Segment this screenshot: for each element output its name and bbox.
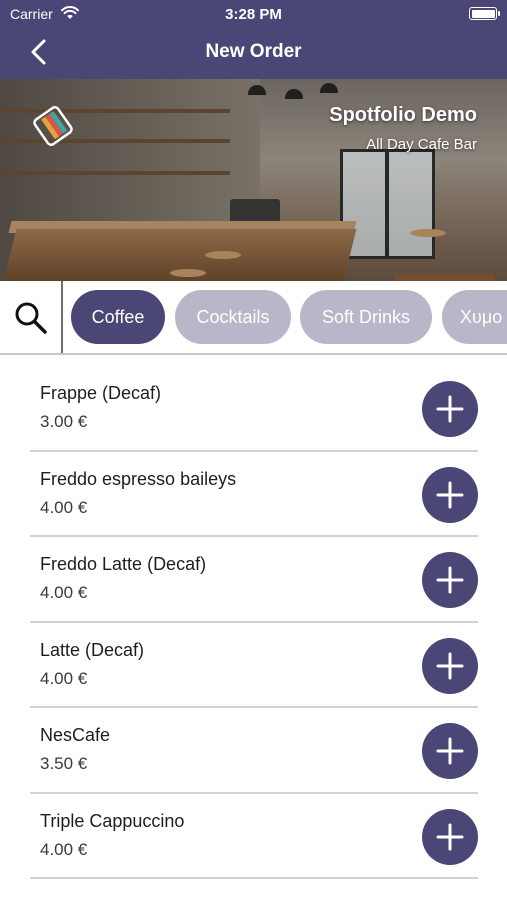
spotfolio-logo-icon: [30, 103, 76, 149]
list-item: NesCafe 3.50 €: [30, 708, 478, 794]
add-to-order-button[interactable]: [422, 808, 478, 865]
venue-subtitle: All Day Cafe Bar: [366, 136, 477, 153]
product-list: Frappe (Decaf) 3.00 € Freddo espresso ba…: [30, 366, 478, 879]
add-to-order-button[interactable]: [422, 381, 478, 437]
plus-icon: [436, 737, 464, 765]
add-to-order-button[interactable]: [422, 552, 478, 608]
category-chip-juices[interactable]: Χυμο: [442, 290, 507, 344]
status-bar: Carrier 3:28 PM: [0, 0, 507, 28]
product-name: Frappe (Decaf): [40, 383, 162, 403]
plus-icon: [436, 481, 464, 508]
product-price: 3.00 €: [40, 412, 88, 431]
product-name: Latte (Decaf): [40, 639, 145, 660]
product-name: Triple Cappuccino: [40, 810, 185, 831]
list-item: Frappe (Decaf) 3.00 €: [30, 366, 478, 452]
category-bar: Coffee Cocktails Soft Drinks Χυμο: [0, 281, 507, 355]
add-to-order-button[interactable]: [422, 637, 478, 694]
list-item: Latte (Decaf) 4.00 €: [30, 623, 478, 708]
add-to-order-button[interactable]: [422, 466, 478, 523]
product-price: 4.00 €: [40, 668, 88, 688]
list-item: Freddo Latte (Decaf) 4.00 €: [30, 537, 478, 623]
product-price: 3.50 €: [40, 754, 88, 773]
page-title: New Order: [205, 41, 302, 62]
search-button[interactable]: [0, 281, 63, 353]
search-icon: [15, 302, 47, 334]
list-item: Triple Cappuccino 4.00 €: [30, 794, 478, 879]
venue-banner: Spotfolio Demo All Day Cafe Bar: [0, 79, 507, 281]
product-name: Freddo Latte (Decaf): [40, 554, 207, 574]
app-header: Carrier 3:28 PM New Order: [0, 0, 507, 79]
category-chip-coffee[interactable]: Coffee: [71, 290, 165, 344]
product-price: 4.00 €: [40, 583, 88, 602]
product-price: 4.00 €: [40, 497, 88, 517]
product-name: NesCafe: [40, 725, 111, 745]
plus-icon: [436, 823, 464, 850]
battery-icon: [469, 7, 500, 20]
product-name: Freddo espresso baileys: [40, 468, 237, 489]
add-to-order-button[interactable]: [422, 723, 478, 779]
clock: 3:28 PM: [225, 6, 282, 23]
list-item: Freddo espresso baileys 4.00 €: [30, 452, 478, 537]
plus-icon: [436, 395, 464, 423]
category-chips: Coffee Cocktails Soft Drinks Χυμο: [71, 290, 507, 344]
product-price: 4.00 €: [40, 839, 88, 859]
venue-name: Spotfolio Demo: [329, 104, 477, 126]
category-chip-soft-drinks[interactable]: Soft Drinks: [300, 290, 432, 344]
category-chip-cocktails[interactable]: Cocktails: [175, 290, 291, 344]
plus-icon: [436, 652, 464, 679]
plus-icon: [436, 566, 464, 594]
